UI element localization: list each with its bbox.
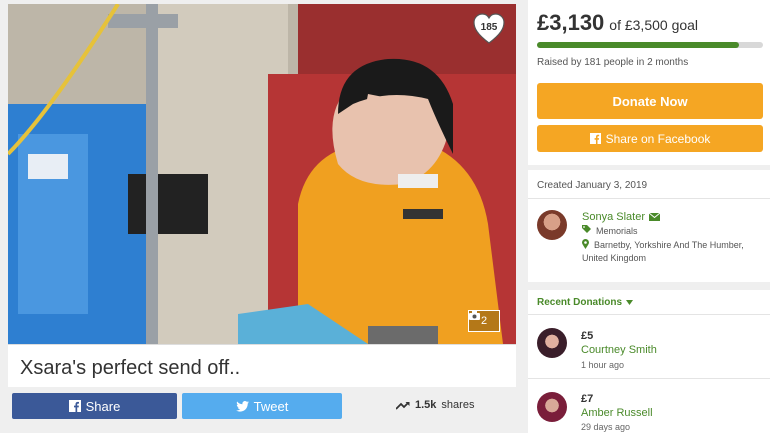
divider xyxy=(528,198,770,199)
organizer-category[interactable]: Memorials xyxy=(596,225,638,238)
tweet-button[interactable]: Tweet xyxy=(182,393,342,419)
trending-up-icon xyxy=(396,401,410,410)
campaign-title-bar: Xsara's perfect send off.. xyxy=(8,344,516,387)
organizer-location-line1: Barnetby, Yorkshire And The Humber, xyxy=(594,240,744,250)
donor-name: Courtney Smith xyxy=(581,344,657,356)
organizer-card: Created January 3, 2019 Sonya Slater Mem… xyxy=(528,170,770,282)
donate-now-button[interactable]: Donate Now xyxy=(537,83,763,119)
progress-fill xyxy=(537,42,740,48)
organizer-category-row: Memorials xyxy=(582,225,638,238)
organizer-location-row: Barnetby, Yorkshire And The Humber, xyxy=(582,239,744,252)
campaign-column: 185 2 Xsara's perfect send off.. Share T… xyxy=(8,4,516,433)
divider xyxy=(528,314,770,315)
campaign-photo[interactable]: 185 2 xyxy=(8,4,516,344)
photo-count-value: 2 xyxy=(480,315,488,327)
envelope-icon[interactable] xyxy=(648,213,660,221)
photo-count-button[interactable]: 2 xyxy=(468,310,500,332)
facebook-icon xyxy=(589,133,601,144)
camera-icon xyxy=(469,311,480,320)
caret-down-icon xyxy=(626,300,634,305)
campaign-title: Xsara's perfect send off.. xyxy=(20,357,241,379)
shares-label: shares xyxy=(441,399,475,411)
donor-avatar xyxy=(537,392,567,422)
raised-by-text: Raised by 181 people in 2 months xyxy=(537,57,689,68)
created-date: Created January 3, 2019 xyxy=(537,180,648,191)
organizer-location-line2: United Kingdom xyxy=(582,253,647,263)
organizer-name-row[interactable]: Sonya Slater xyxy=(582,211,660,223)
tweet-label: Tweet xyxy=(253,398,289,414)
donor-avatar xyxy=(537,328,567,358)
tag-icon xyxy=(582,225,591,233)
amount-raised: £3,130 of £3,500 goal xyxy=(537,10,698,36)
facebook-share-button[interactable]: Share xyxy=(12,393,177,419)
funding-card: £3,130 of £3,500 goal Raised by 181 peop… xyxy=(528,0,770,165)
raised-amount: £3,130 xyxy=(537,10,605,35)
like-heart-button[interactable]: 185 xyxy=(472,12,506,46)
campaign-photo-illustration xyxy=(8,4,516,344)
share-on-facebook-button[interactable]: Share on Facebook xyxy=(537,125,763,152)
progress-bar xyxy=(537,42,763,48)
sidebar: £3,130 of £3,500 goal Raised by 181 peop… xyxy=(528,0,770,433)
facebook-share-label: Share xyxy=(85,398,121,414)
donation-amount: £7 xyxy=(581,393,594,405)
recent-donations-card: Recent Donations £5 Courtney Smith 1 hou… xyxy=(528,290,770,433)
divider xyxy=(528,378,770,379)
organizer-location-row-2: United Kingdom xyxy=(582,252,646,265)
shares-counter: 1.5k shares xyxy=(396,399,474,411)
map-pin-icon xyxy=(582,239,589,249)
shares-count: 1.5k xyxy=(415,399,437,411)
donation-amount: £5 xyxy=(581,330,594,342)
twitter-icon xyxy=(235,400,249,412)
goal-text: of £3,500 goal xyxy=(609,17,699,33)
donor-name: Amber Russell xyxy=(581,407,653,419)
share-on-facebook-label: Share on Facebook xyxy=(605,131,711,146)
facebook-icon xyxy=(68,400,81,412)
donation-time: 1 hour ago xyxy=(581,360,625,370)
organizer-name: Sonya Slater xyxy=(582,211,645,223)
recent-donations-label: Recent Donations xyxy=(537,297,623,308)
like-count: 185 xyxy=(480,22,498,33)
donation-time: 29 days ago xyxy=(581,422,631,432)
recent-donations-toggle[interactable]: Recent Donations xyxy=(537,297,634,308)
share-row: Share Tweet 1.5k shares xyxy=(8,389,516,429)
organizer-avatar[interactable] xyxy=(537,210,567,240)
